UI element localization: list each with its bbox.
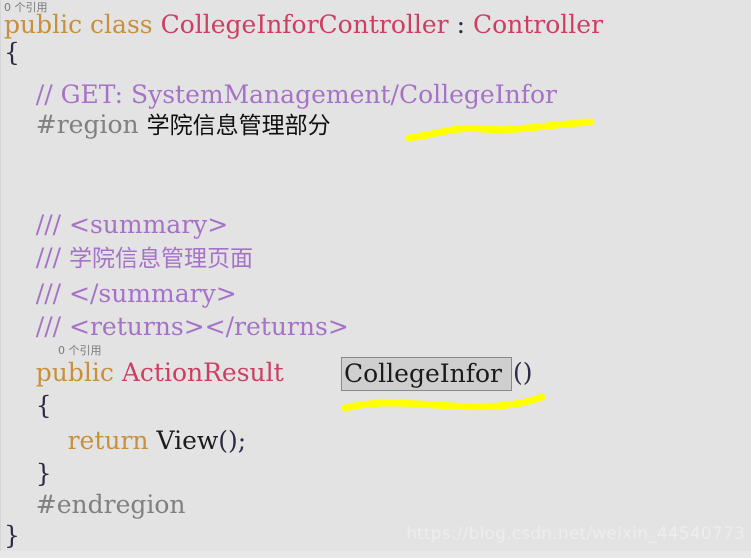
region-label-text: 学院信息管理部分 xyxy=(146,113,331,139)
type-name-controller: Controller xyxy=(472,10,604,39)
code-line-region[interactable]: #region 学院信息管理部分 xyxy=(4,112,331,139)
codelens-method-references[interactable]: 0 个引用 xyxy=(58,345,102,356)
code-line-endregion[interactable]: #endregion xyxy=(4,492,186,517)
code-line-method-open-brace[interactable]: { xyxy=(4,393,52,418)
preprocessor-region: #region xyxy=(4,110,147,139)
code-line-method-declaration[interactable]: public ActionResult xyxy=(4,360,284,385)
code-line-get-comment[interactable]: // GET: SystemManagement/CollegeInfor xyxy=(4,82,557,107)
doc-comment-slashes: /// xyxy=(4,243,70,272)
method-name-selected-text[interactable]: CollegeInfor xyxy=(344,360,502,388)
code-line-summary-close[interactable]: /// </summary> xyxy=(4,281,237,306)
code-line-class-open-brace[interactable]: { xyxy=(4,40,20,65)
bottom-edge-band xyxy=(0,551,751,558)
punct-parens-semicolon: (); xyxy=(218,426,247,455)
punct-colon: : xyxy=(448,10,473,39)
keyword-return: return xyxy=(4,426,157,455)
code-line-summary-body[interactable]: /// 学院信息管理页面 xyxy=(4,245,253,272)
keyword-public: public xyxy=(4,358,122,387)
type-name-collegeinforcontroller: CollegeInforController xyxy=(160,10,449,39)
code-line-class-close-brace[interactable]: } xyxy=(4,523,20,548)
csdn-blog-watermark: https://blog.csdn.net/weixin_44540773 xyxy=(406,524,745,544)
keyword-public-class: public class xyxy=(4,10,161,39)
code-line-summary-open[interactable]: /// <summary> xyxy=(4,212,228,237)
method-call-view: View xyxy=(156,426,219,455)
method-parentheses: () xyxy=(513,358,533,387)
code-editor-screenshot: 0 个引用 public class CollegeInforControlle… xyxy=(0,0,751,558)
code-text-layer[interactable]: 0 个引用 public class CollegeInforControlle… xyxy=(0,0,751,558)
code-line-class-declaration[interactable]: public class CollegeInforController : Co… xyxy=(4,12,603,37)
doc-comment-chinese-text: 学院信息管理页面 xyxy=(69,246,254,272)
code-line-method-close-brace[interactable]: } xyxy=(4,461,52,486)
code-line-returns[interactable]: /// <returns></returns> xyxy=(4,314,349,339)
code-line-return-view[interactable]: return View(); xyxy=(4,426,247,455)
type-name-actionresult: ActionResult xyxy=(121,358,284,387)
